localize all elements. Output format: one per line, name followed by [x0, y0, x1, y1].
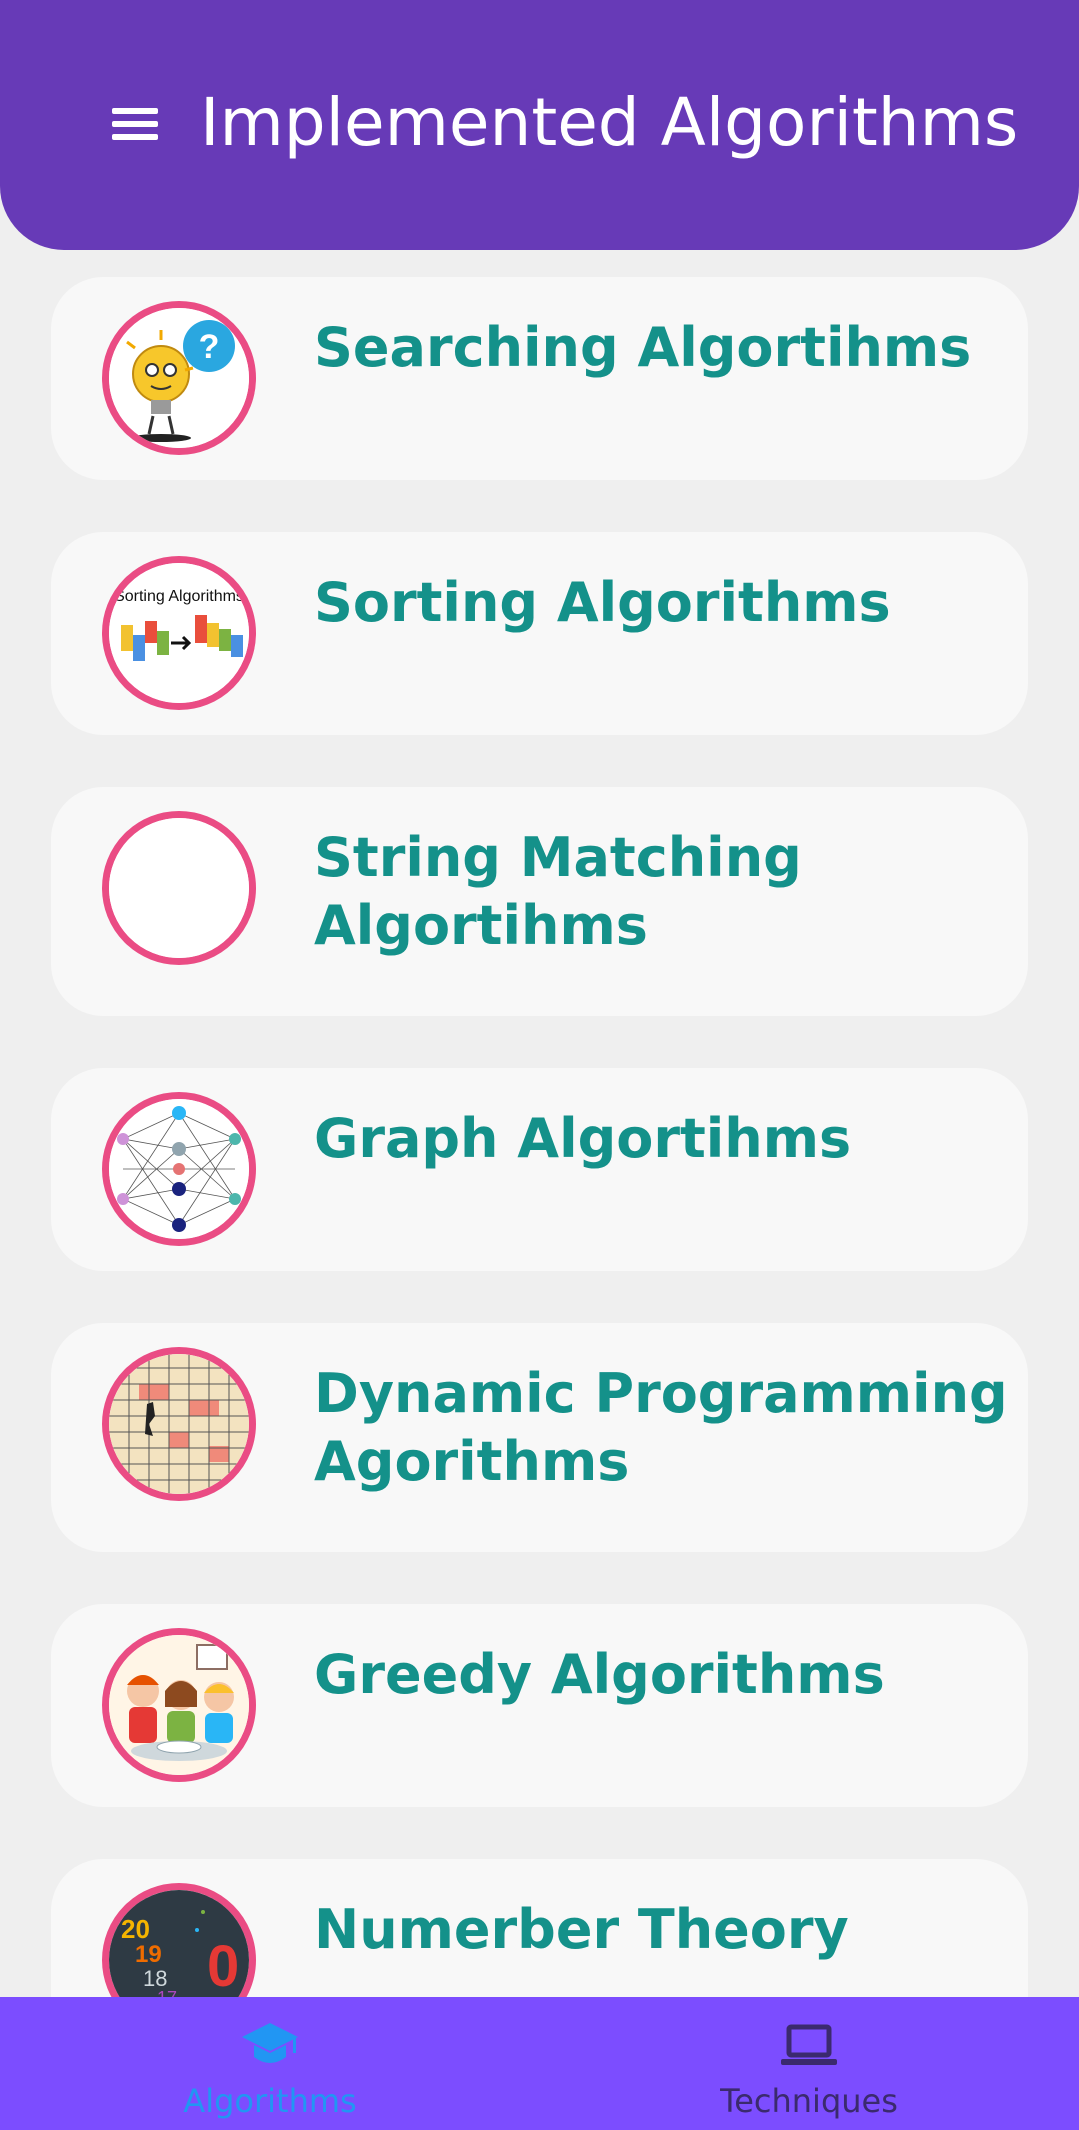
empty-image-icon — [109, 818, 249, 958]
category-title: String Matching Algortihms — [314, 826, 802, 957]
category-thumbnail: ? — [102, 301, 256, 455]
category-card-number-theory[interactable]: 20 19 18 17 0 Numerber Theory — [51, 1859, 1028, 1997]
thumbnail-number: 0 — [207, 1934, 239, 1997]
network-graph-icon — [109, 1099, 249, 1239]
lightbulb-question-icon: ? — [109, 308, 249, 448]
grid-puzzle-icon — [109, 1354, 249, 1494]
svg-text:?: ? — [199, 328, 220, 366]
category-title: Dynamic Programming Agorithms — [314, 1362, 1008, 1493]
thumbnail-number: 20 — [121, 1914, 150, 1944]
category-card-sorting[interactable]: Sorting Algorithms Sorting Algorithms — [51, 532, 1028, 735]
greedy-children-icon — [109, 1635, 249, 1775]
category-thumbnail — [102, 1628, 256, 1782]
category-card-graph[interactable]: Graph Algortihms — [51, 1068, 1028, 1271]
numbers-icon: 20 19 18 17 0 — [109, 1890, 249, 1997]
category-card-dynamic-programming[interactable]: Dynamic Programming Agorithms — [51, 1323, 1028, 1552]
thumbnail-caption: Sorting Algorithms — [114, 588, 244, 605]
nav-item-algorithms[interactable]: Algorithms — [120, 1997, 420, 2130]
bottom-navigation: Algorithms Techniques — [0, 1997, 1079, 2130]
category-title: Sorting Algorithms — [314, 571, 891, 634]
category-card-greedy[interactable]: Greedy Algorithms — [51, 1604, 1028, 1807]
category-thumbnail: 20 19 18 17 0 — [102, 1883, 256, 1997]
page-title: Implemented Algorithms — [200, 84, 1019, 161]
category-thumbnail — [102, 1092, 256, 1246]
sorting-bars-icon: Sorting Algorithms — [109, 563, 249, 703]
category-thumbnail — [102, 811, 256, 965]
thumbnail-number: 19 — [135, 1941, 162, 1968]
category-card-searching[interactable]: ? Searching Algortihms — [51, 277, 1028, 480]
thumbnail-number: 17 — [157, 1988, 177, 1997]
laptop-icon — [781, 2024, 837, 2065]
nav-label: Techniques — [720, 2082, 898, 2120]
category-title: Searching Algortihms — [314, 316, 972, 379]
nav-item-techniques[interactable]: Techniques — [659, 1997, 959, 2130]
category-thumbnail — [102, 1347, 256, 1501]
category-card-string-matching[interactable]: String Matching Algortihms — [51, 787, 1028, 1016]
category-thumbnail: Sorting Algorithms — [102, 556, 256, 710]
graduation-cap-icon — [242, 2023, 298, 2063]
category-title: Numerber Theory — [314, 1898, 849, 1961]
nav-label: Algorithms — [183, 2082, 357, 2120]
app-bar: Implemented Algorithms — [0, 0, 1079, 250]
category-title: Graph Algortihms — [314, 1107, 852, 1170]
category-list: ? Searching Algortihms Sorting Algorithm… — [0, 0, 1079, 1997]
category-title: Greedy Algorithms — [314, 1643, 885, 1706]
hamburger-menu-icon[interactable] — [108, 100, 164, 148]
